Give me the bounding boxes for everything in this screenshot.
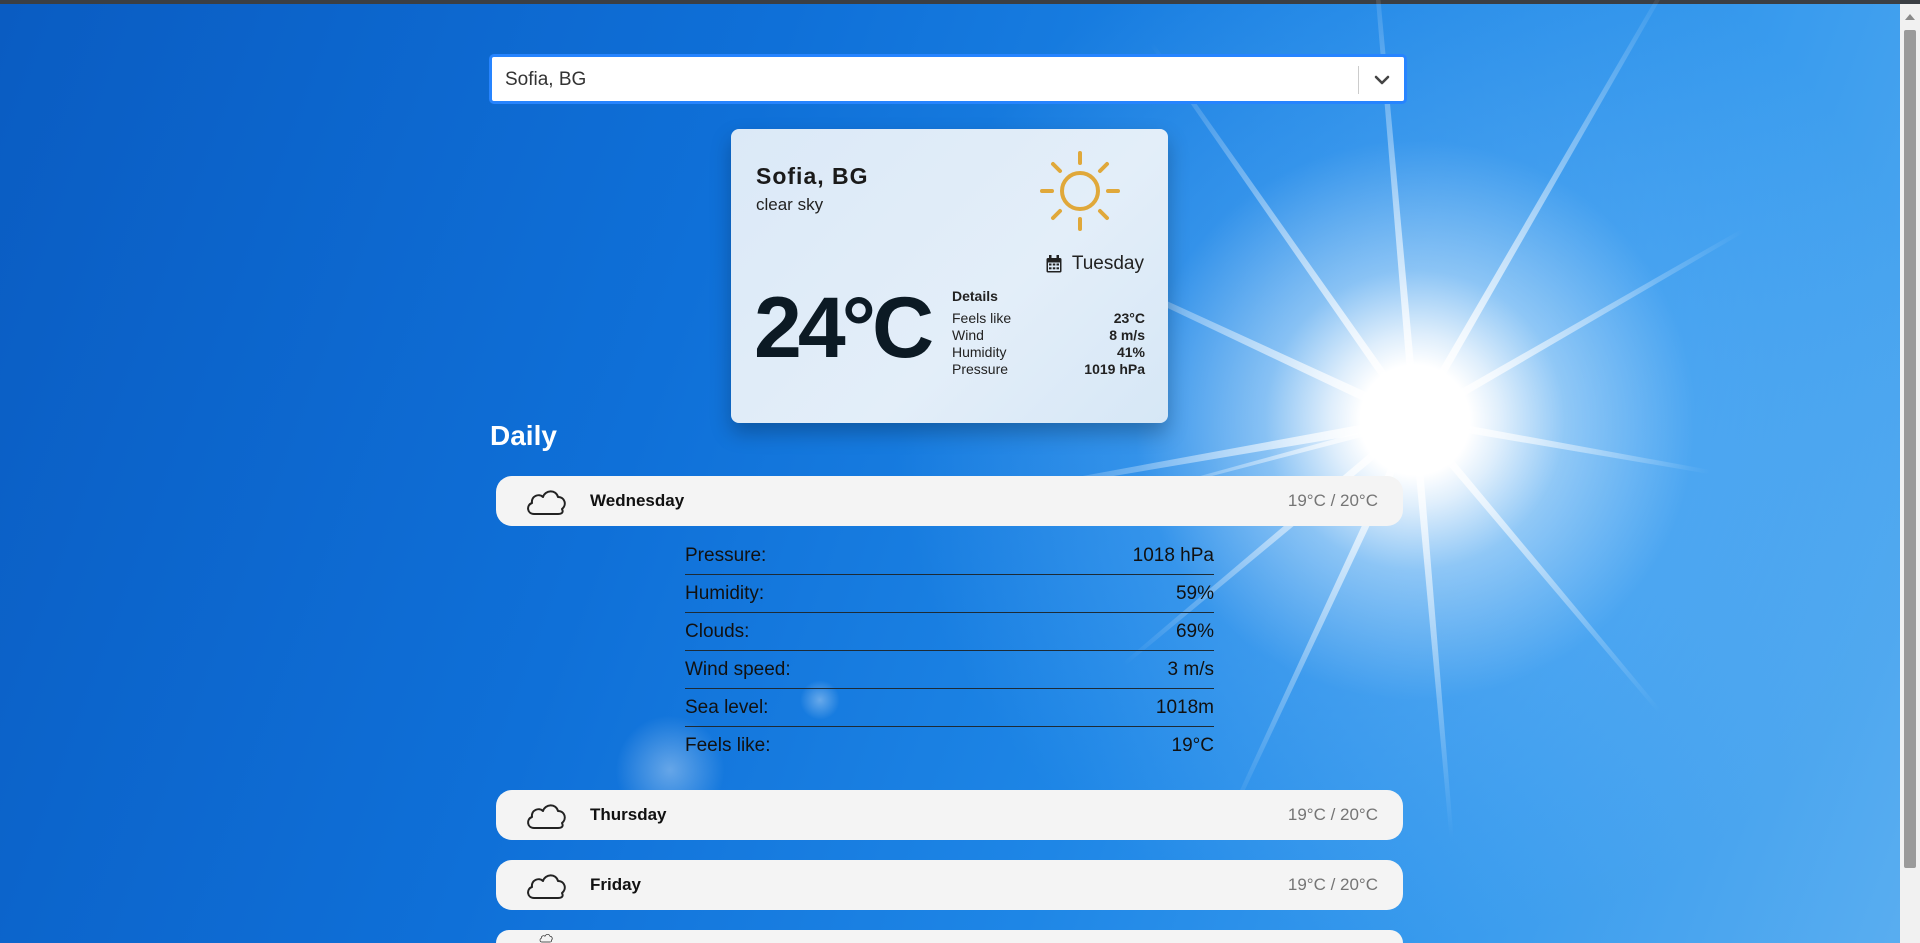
- cloud-icon: [539, 934, 553, 943]
- daily-row-friday[interactable]: Friday 19°C / 20°C: [496, 860, 1403, 910]
- current-description: clear sky: [756, 195, 824, 214]
- daily-detail-value: 19°C: [1171, 735, 1214, 756]
- details-row-wind: Wind 8 m/s: [952, 327, 1145, 344]
- daily-detail-row: Sea level: 1018m: [685, 689, 1214, 727]
- daily-detail-row: Clouds: 69%: [685, 613, 1214, 651]
- select-separator: [1358, 66, 1359, 94]
- daily-detail-row: Humidity: 59%: [685, 575, 1214, 613]
- details-row-pressure: Pressure 1019 hPa: [952, 361, 1145, 378]
- daily-detail-label: Sea level:: [685, 697, 769, 718]
- current-city: Sofia, BG: [756, 163, 869, 189]
- daily-heading: Daily: [490, 420, 557, 451]
- details-value: 8 m/s: [1109, 327, 1145, 343]
- daily-detail-label: Pressure:: [685, 545, 767, 566]
- details-label: Wind: [952, 327, 984, 343]
- daily-detail-row: Feels like: 19°C: [685, 727, 1214, 764]
- daily-details-panel: Pressure: 1018 hPa Humidity: 59% Clouds:…: [685, 537, 1214, 764]
- daily-temp-range: 19°C / 20°C: [1287, 875, 1378, 894]
- city-select[interactable]: Sofia, BG: [490, 55, 1406, 103]
- daily-temp-range: 19°C / 20°C: [1287, 805, 1378, 824]
- daily-detail-row: Pressure: 1018 hPa: [685, 537, 1214, 575]
- details-title: Details: [952, 288, 998, 304]
- city-select-value: Sofia, BG: [505, 69, 587, 90]
- daily-detail-label: Wind speed:: [685, 659, 791, 680]
- daily-detail-label: Feels like:: [685, 735, 771, 756]
- daily-detail-label: Humidity:: [685, 583, 765, 604]
- details-value: 41%: [1116, 344, 1145, 360]
- details-label: Feels like: [952, 310, 1012, 326]
- calendar-icon: [1046, 255, 1062, 273]
- daily-temp-range: 19°C / 20°C: [1287, 491, 1378, 510]
- details-value: 23°C: [1113, 310, 1145, 326]
- daily-row-wednesday[interactable]: Wednesday 19°C / 20°C: [496, 476, 1403, 526]
- sun-icon: [1040, 151, 1120, 231]
- current-weather-card: Sofia, BG clear sky Tuesday 24°C Details…: [731, 129, 1168, 423]
- chevron-down-icon[interactable]: [1370, 66, 1394, 94]
- current-day: Tuesday: [1046, 253, 1144, 275]
- details-label: Humidity: [952, 344, 1007, 360]
- daily-detail-value: 1018 hPa: [1132, 545, 1214, 566]
- daily-detail-value: 59%: [1175, 583, 1214, 604]
- daily-day-name: Friday: [590, 875, 642, 894]
- current-details: Details Feels like 23°C Wind 8 m/s Humid…: [952, 288, 1145, 378]
- daily-detail-value: 1018m: [1155, 697, 1214, 718]
- daily-day-name: Wednesday: [590, 491, 685, 510]
- scroll-thumb[interactable]: [1904, 30, 1916, 868]
- details-value: 1019 hPa: [1084, 361, 1145, 377]
- daily-row-partial[interactable]: [496, 930, 1403, 943]
- daily-detail-value: 3 m/s: [1167, 659, 1214, 680]
- daily-row-thursday[interactable]: Thursday 19°C / 20°C: [496, 790, 1403, 840]
- page-scrollbar[interactable]: [1900, 4, 1920, 943]
- daily-detail-value: 69%: [1175, 621, 1214, 642]
- cloud-icon: [527, 490, 566, 515]
- cloud-icon: [527, 804, 566, 829]
- browser-top-edge: [0, 0, 1920, 4]
- scroll-up-arrow-icon[interactable]: [1905, 14, 1915, 20]
- cloud-icon: [527, 874, 566, 899]
- daily-detail-row: Wind speed: 3 m/s: [685, 651, 1214, 689]
- details-row-humidity: Humidity 41%: [952, 344, 1145, 361]
- daily-day-name: Thursday: [590, 805, 667, 824]
- details-label: Pressure: [952, 361, 1009, 377]
- details-row-feels-like: Feels like 23°C: [952, 310, 1145, 327]
- current-day-label: Tuesday: [1071, 253, 1144, 274]
- daily-detail-label: Clouds:: [685, 621, 750, 642]
- current-temperature: 24°C: [754, 280, 934, 376]
